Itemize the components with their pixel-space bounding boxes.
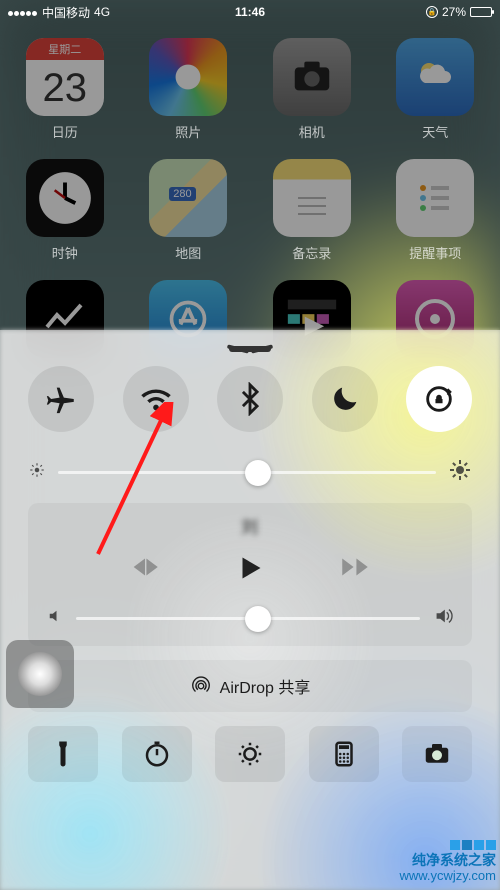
battery-icon xyxy=(470,7,492,17)
bluetooth-toggle[interactable] xyxy=(217,366,283,432)
moon-icon xyxy=(328,382,362,416)
signal-dots-icon xyxy=(8,5,38,19)
airplane-icon xyxy=(44,382,78,416)
app-label: 天气 xyxy=(422,122,448,141)
calculator-button[interactable] xyxy=(309,726,379,782)
calculator-icon xyxy=(329,739,359,769)
app-label: 备忘录 xyxy=(292,243,331,262)
toggle-row xyxy=(28,366,472,432)
brightness-slider-row xyxy=(28,458,472,487)
airplane-toggle[interactable] xyxy=(28,366,94,432)
airdrop-label: AirDrop 共享 xyxy=(220,674,311,698)
flashlight-icon xyxy=(48,739,78,769)
volume-thumb[interactable] xyxy=(245,606,271,632)
transport-controls xyxy=(46,550,454,591)
app-label: 时钟 xyxy=(52,243,78,262)
maps-icon xyxy=(149,159,227,237)
night-shift-button[interactable] xyxy=(215,726,285,782)
calendar-date: 23 xyxy=(26,60,104,116)
volume-slider[interactable] xyxy=(76,617,420,620)
bluetooth-icon xyxy=(233,382,267,416)
control-center-grabber[interactable] xyxy=(229,346,271,352)
watermark: 纯净系统之家 www.ycwjzy.com xyxy=(399,840,496,884)
notes-icon xyxy=(273,159,351,237)
clock-label: 11:46 xyxy=(235,5,265,19)
camera-icon xyxy=(273,38,351,116)
volume-low-icon xyxy=(46,607,64,630)
brightness-thumb[interactable] xyxy=(245,460,271,486)
shortcut-row xyxy=(28,726,472,782)
prev-track-button[interactable] xyxy=(128,550,162,591)
app-weather[interactable]: 天气 xyxy=(385,38,487,141)
calendar-dayname: 星期二 xyxy=(26,38,104,60)
rotation-lock-icon xyxy=(422,382,456,416)
battery-percent-label: 27% xyxy=(442,5,466,19)
network-label: 4G xyxy=(94,5,110,19)
status-bar: 中国移动 4G 11:46 🔒 27% xyxy=(0,0,500,24)
assistive-touch-button[interactable] xyxy=(6,640,74,708)
reminders-icon xyxy=(396,159,474,237)
dnd-toggle[interactable] xyxy=(312,366,378,432)
brightness-low-icon xyxy=(28,461,46,484)
assistive-touch-icon xyxy=(18,652,62,696)
clock-icon xyxy=(26,159,104,237)
app-label: 日历 xyxy=(52,122,78,141)
app-label: 相机 xyxy=(299,122,325,141)
night-shift-icon xyxy=(235,739,265,769)
next-track-button[interactable] xyxy=(338,550,372,591)
app-clock[interactable]: 时钟 xyxy=(14,159,116,262)
app-reminders[interactable]: 提醒事项 xyxy=(385,159,487,262)
control-center: 刘 AirDrop 共享 xyxy=(0,330,500,890)
brightness-slider[interactable] xyxy=(58,471,436,474)
camera-shortcut-button[interactable] xyxy=(402,726,472,782)
photos-icon xyxy=(149,38,227,116)
brightness-high-icon xyxy=(448,458,472,487)
rotation-lock-statusbar-icon: 🔒 xyxy=(426,6,438,18)
app-label: 照片 xyxy=(175,122,201,141)
camera-shortcut-icon xyxy=(422,739,452,769)
watermark-url: www.ycwjzy.com xyxy=(399,868,496,884)
app-notes[interactable]: 备忘录 xyxy=(261,159,363,262)
watermark-logo-icon xyxy=(399,840,496,850)
wifi-toggle[interactable] xyxy=(123,366,189,432)
app-calendar[interactable]: 星期二 23 日历 xyxy=(14,38,116,141)
app-camera[interactable]: 相机 xyxy=(261,38,363,141)
wifi-icon xyxy=(139,382,173,416)
phone-screen: 中国移动 4G 11:46 🔒 27% 星期二 23 日历 照片 xyxy=(0,0,500,890)
app-label: 地图 xyxy=(175,243,201,262)
app-label: 提醒事项 xyxy=(409,243,461,262)
rotation-lock-toggle[interactable] xyxy=(406,366,472,432)
app-photos[interactable]: 照片 xyxy=(138,38,240,141)
carrier-label: 中国移动 xyxy=(42,4,90,21)
volume-high-icon xyxy=(432,605,454,632)
watermark-name: 纯净系统之家 xyxy=(399,852,496,869)
airdrop-button[interactable]: AirDrop 共享 xyxy=(28,660,472,712)
play-button[interactable] xyxy=(232,550,268,591)
music-card: 刘 xyxy=(28,503,472,646)
timer-button[interactable] xyxy=(122,726,192,782)
app-maps[interactable]: 地图 xyxy=(138,159,240,262)
weather-icon xyxy=(396,38,474,116)
flashlight-button[interactable] xyxy=(28,726,98,782)
timer-icon xyxy=(142,739,172,769)
track-title: 刘 xyxy=(46,513,454,538)
airdrop-icon xyxy=(190,675,212,697)
